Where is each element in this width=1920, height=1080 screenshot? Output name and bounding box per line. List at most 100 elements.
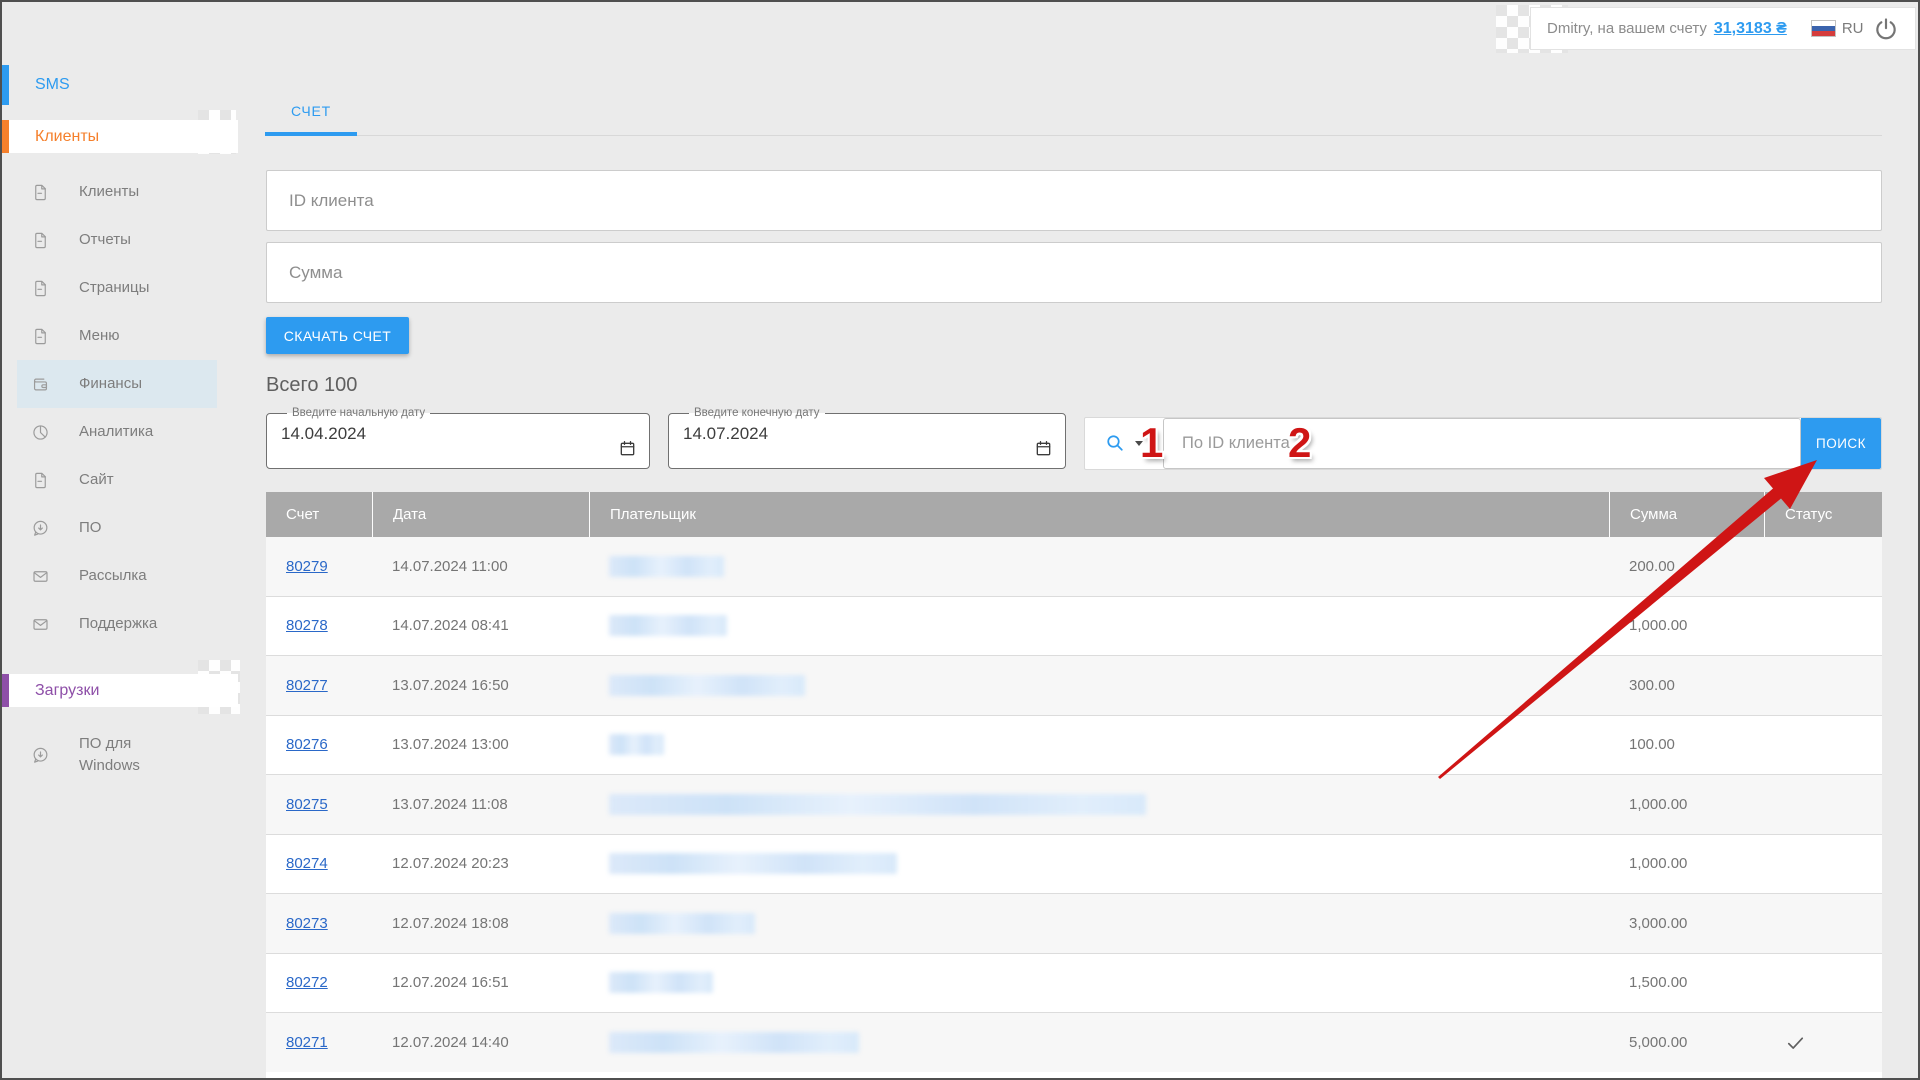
logout-power-icon[interactable] xyxy=(1873,16,1899,42)
date-from-value: 14.04.2024 xyxy=(281,424,637,444)
table-row: 80279 14.07.2024 11:00 200.00 xyxy=(266,537,1882,597)
invoice-link[interactable]: 80272 xyxy=(286,974,328,991)
sidebar-menu-item[interactable]: Меню xyxy=(17,312,217,360)
table-header-cell: Счет xyxy=(266,492,372,537)
sidebar-menu-item[interactable]: Финансы xyxy=(17,360,217,408)
document-icon xyxy=(31,327,50,346)
annotation-number-2: 2 xyxy=(1288,422,1311,464)
sidebar-menu: Клиенты Отчеты Страницы Меню Финансы Ана… xyxy=(2,168,238,648)
invoice-link[interactable]: 80273 xyxy=(286,915,328,932)
payer-cell xyxy=(589,1032,1609,1053)
total-count-label: Всего 100 xyxy=(266,374,357,397)
date-cell: 12.07.2024 18:08 xyxy=(372,915,589,932)
table-body: 80279 14.07.2024 11:00 200.00 80278 14.0… xyxy=(266,537,1882,1073)
amount-cell: 300.00 xyxy=(1609,677,1764,694)
sidebar-menu-item[interactable]: Отчеты xyxy=(17,216,217,264)
search-button[interactable]: ПОИСК xyxy=(1801,418,1881,469)
invoice-link[interactable]: 80278 xyxy=(286,617,328,634)
invoice-link[interactable]: 80276 xyxy=(286,736,328,753)
invoice-cell: 80277 xyxy=(266,677,372,694)
amount-cell: 100.00 xyxy=(1609,736,1764,753)
date-to-field[interactable]: Введите конечную дату 14.07.2024 xyxy=(668,407,1066,469)
invoice-link[interactable]: 80277 xyxy=(286,677,328,694)
annotation-number-1: 1 xyxy=(1140,422,1163,464)
date-to-label: Введите конечную дату xyxy=(689,407,825,419)
client-id-input[interactable] xyxy=(266,170,1882,231)
sidebar-section-downloads[interactable]: Загрузки xyxy=(2,674,238,707)
payer-blurred xyxy=(609,1032,859,1053)
amount-cell: 1,000.00 xyxy=(1609,796,1764,813)
search-input[interactable] xyxy=(1164,419,1800,468)
invoice-link[interactable]: 80274 xyxy=(286,855,328,872)
search-bar: ПОИСК xyxy=(1084,417,1882,470)
tab-invoice[interactable]: СЧЕТ xyxy=(265,90,357,132)
sidebar-menu-item[interactable]: ПО xyxy=(17,504,217,552)
date-cell: 14.07.2024 08:41 xyxy=(372,617,589,634)
sidebar-menu-item[interactable]: Рассылка xyxy=(17,552,217,600)
tabs-divider xyxy=(265,135,1882,136)
payer-blurred xyxy=(609,913,755,934)
balance-link[interactable]: 31,3183 ₴ xyxy=(1714,20,1787,38)
invoice-cell: 80273 xyxy=(266,915,372,932)
sidebar-section-clients[interactable]: Клиенты xyxy=(2,120,238,153)
payer-cell xyxy=(589,675,1609,696)
download-icon xyxy=(31,746,50,765)
invoice-link[interactable]: 80279 xyxy=(286,558,328,575)
envelope-icon xyxy=(31,567,50,586)
sidebar-menu-item[interactable]: Страницы xyxy=(17,264,217,312)
date-from-label: Введите начальную дату xyxy=(287,407,430,419)
payer-blurred xyxy=(609,675,805,696)
invoice-cell: 80275 xyxy=(266,796,372,813)
sidebar-section-sms[interactable]: SMS xyxy=(2,65,238,105)
amount-cell: 5,000.00 xyxy=(1609,1034,1764,1051)
date-cell: 12.07.2024 20:23 xyxy=(372,855,589,872)
sidebar-section-sms-label: SMS xyxy=(35,76,70,94)
document-icon xyxy=(31,279,50,298)
payer-cell xyxy=(589,794,1609,815)
status-cell xyxy=(1764,1031,1882,1054)
invoice-link[interactable]: 80275 xyxy=(286,796,328,813)
sidebar-menu-item[interactable]: Аналитика xyxy=(17,408,217,456)
table-row: 80273 12.07.2024 18:08 3,000.00 xyxy=(266,894,1882,954)
table-header-row: СчетДатаПлательщикСуммаСтатус xyxy=(266,492,1882,537)
sidebar-menu-item[interactable]: Клиенты xyxy=(17,168,217,216)
calendar-icon[interactable] xyxy=(1034,439,1053,458)
sidebar-section-downloads-label: Загрузки xyxy=(35,682,99,700)
sidebar-menu-item[interactable]: ПО для Windows xyxy=(17,718,217,792)
calendar-icon[interactable] xyxy=(618,439,637,458)
wallet-icon xyxy=(31,375,50,394)
payer-blurred xyxy=(609,556,724,577)
payer-blurred xyxy=(609,794,1146,815)
download-invoice-button[interactable]: СКАЧАТЬ СЧЕТ xyxy=(266,317,409,354)
payer-blurred xyxy=(609,972,713,993)
date-cell: 14.07.2024 11:00 xyxy=(372,558,589,575)
language-label: RU xyxy=(1842,20,1864,37)
table-row: 80271 12.07.2024 14:40 5,000.00 xyxy=(266,1013,1882,1073)
invoice-cell: 80278 xyxy=(266,617,372,634)
envelope-icon xyxy=(31,615,50,634)
table-header-cell: Плательщик xyxy=(589,492,1609,537)
date-cell: 12.07.2024 16:51 xyxy=(372,974,589,991)
date-from-field[interactable]: Введите начальную дату 14.04.2024 xyxy=(266,407,650,469)
table-row: 80275 13.07.2024 11:08 1,000.00 xyxy=(266,775,1882,835)
download-icon xyxy=(31,519,50,538)
amount-cell: 200.00 xyxy=(1609,558,1764,575)
sidebar-menu-item[interactable]: Поддержка xyxy=(17,600,217,648)
paid-check-icon xyxy=(1784,1031,1807,1054)
amount-input[interactable] xyxy=(266,242,1882,303)
sidebar-menu-item[interactable]: Сайт xyxy=(17,456,217,504)
language-selector[interactable]: RU xyxy=(1811,20,1864,37)
table-partial-row xyxy=(266,1072,1882,1079)
table-header-cell: Сумма xyxy=(1609,492,1764,537)
date-to-value: 14.07.2024 xyxy=(683,424,1053,444)
amount-cell: 1,000.00 xyxy=(1609,617,1764,634)
invoice-link[interactable]: 80271 xyxy=(286,1034,328,1051)
table-header-cell: Дата xyxy=(372,492,589,537)
invoice-cell: 80276 xyxy=(266,736,372,753)
payer-cell xyxy=(589,556,1609,577)
table-header-cell: Статус xyxy=(1764,492,1882,537)
account-bar: Dmitry, на вашем счету 31,3183 ₴ RU xyxy=(1530,7,1916,50)
invoice-cell: 80271 xyxy=(266,1034,372,1051)
search-icon xyxy=(1105,433,1126,454)
table-row: 80274 12.07.2024 20:23 1,000.00 xyxy=(266,835,1882,895)
